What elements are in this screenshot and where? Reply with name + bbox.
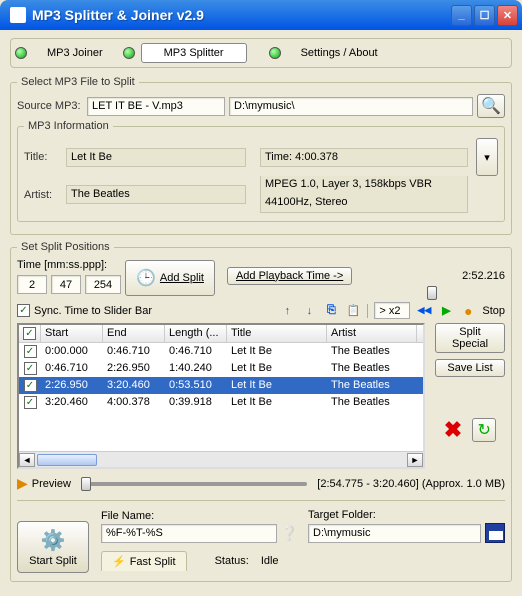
source-file-input[interactable]: LET IT BE - V.mp3 bbox=[87, 97, 225, 116]
row-checkbox[interactable]: ✓ bbox=[24, 362, 37, 375]
time-ss-input[interactable] bbox=[51, 275, 81, 294]
status-label: Status: bbox=[215, 555, 249, 567]
split-table: ✓ Start End Length (... Title Artist ✓0:… bbox=[17, 323, 425, 469]
preview-slider[interactable] bbox=[81, 482, 307, 486]
window-title: MP3 Splitter & Joiner v2.9 bbox=[32, 7, 449, 23]
record-icon[interactable]: ● bbox=[460, 303, 476, 319]
start-split-button[interactable]: ⚙️ Start Split bbox=[17, 521, 89, 573]
copy-icon[interactable]: ⎘ bbox=[323, 303, 339, 319]
move-up-icon[interactable]: ↑ bbox=[279, 303, 295, 319]
target-label: Target Folder: bbox=[308, 509, 505, 521]
move-down-icon[interactable]: ↓ bbox=[301, 303, 317, 319]
close-button[interactable]: ✕ bbox=[497, 5, 518, 26]
led-icon bbox=[269, 47, 281, 59]
maximize-button[interactable]: ☐ bbox=[474, 5, 495, 26]
time-mm-input[interactable] bbox=[17, 275, 47, 294]
tab-settings[interactable]: Settings / About bbox=[287, 47, 392, 59]
split-positions-legend: Set Split Positions bbox=[17, 241, 114, 253]
sync-checkbox[interactable]: ✓ bbox=[17, 304, 30, 317]
led-icon bbox=[15, 47, 27, 59]
table-row[interactable]: ✓2:26.9503:20.4600:53.510Let It BeThe Be… bbox=[19, 377, 423, 394]
rewind-icon[interactable]: ◀◀ bbox=[416, 303, 432, 319]
gear-icon: ⚙️ bbox=[41, 528, 66, 553]
table-row[interactable]: ✓0:00.0000:46.7100:46.710Let It BeThe Be… bbox=[19, 343, 423, 360]
time-label: Time [mm:ss.ppp]: bbox=[17, 259, 121, 271]
table-row[interactable]: ✓0:46.7102:26.9501:40.240Let It BeThe Be… bbox=[19, 360, 423, 377]
total-time: 2:52.216 bbox=[462, 270, 505, 282]
mp3-info-group: MP3 Information Title: Let It Be Time: 4… bbox=[17, 120, 505, 222]
select-file-legend: Select MP3 File to Split bbox=[17, 76, 139, 88]
time-value: Time: 4:00.378 bbox=[260, 148, 468, 167]
table-hscrollbar[interactable]: ◄► bbox=[19, 451, 423, 467]
delete-icon[interactable]: ✖ bbox=[444, 417, 462, 443]
preview-label: Preview bbox=[32, 478, 71, 490]
save-icon[interactable] bbox=[485, 523, 505, 543]
col-title[interactable]: Title bbox=[227, 325, 327, 342]
led-icon bbox=[123, 47, 135, 59]
codec-value: MPEG 1.0, Layer 3, 158kbps VBR bbox=[260, 176, 468, 195]
col-start[interactable]: Start bbox=[41, 325, 103, 342]
fast-split-tab[interactable]: ⚡ Fast Split bbox=[101, 551, 187, 571]
title-value: Let It Be bbox=[66, 148, 246, 167]
help-icon[interactable]: ❔ bbox=[281, 525, 298, 542]
split-special-button[interactable]: Split Special bbox=[435, 323, 505, 353]
col-end[interactable]: End bbox=[103, 325, 165, 342]
row-checkbox[interactable]: ✓ bbox=[24, 396, 37, 409]
mp3-info-legend: MP3 Information bbox=[24, 120, 113, 132]
filename-input[interactable]: %F-%T-%S bbox=[101, 524, 277, 543]
sync-label: Sync. Time to Slider Bar bbox=[34, 305, 152, 317]
artist-value: The Beatles bbox=[66, 185, 246, 204]
row-checkbox[interactable]: ✓ bbox=[24, 379, 37, 392]
split-positions-group: Set Split Positions Time [mm:ss.ppp]: 🕒 … bbox=[10, 241, 512, 582]
clock-icon: 🕒 bbox=[136, 268, 156, 288]
col-artist[interactable]: Artist bbox=[327, 325, 417, 342]
header-checkbox[interactable]: ✓ bbox=[23, 327, 36, 340]
stop-label[interactable]: Stop bbox=[482, 305, 505, 317]
save-list-button[interactable]: Save List bbox=[435, 359, 505, 377]
play-icon[interactable]: ▶ bbox=[438, 303, 454, 319]
tab-joiner[interactable]: MP3 Joiner bbox=[33, 47, 117, 59]
add-playback-button[interactable]: Add Playback Time -> bbox=[227, 267, 352, 285]
select-file-group: Select MP3 File to Split Source MP3: LET… bbox=[10, 76, 512, 235]
source-path-input[interactable]: D:\mymusic\ bbox=[229, 97, 473, 116]
main-tabs: MP3 Joiner MP3 Splitter Settings / About bbox=[10, 38, 512, 68]
tab-splitter[interactable]: MP3 Splitter bbox=[141, 43, 247, 63]
info-expand-button[interactable]: ▾ bbox=[476, 138, 498, 176]
preview-range: [2:54.775 - 3:20.460] (Approx. 1.0 MB) bbox=[317, 478, 505, 490]
source-label: Source MP3: bbox=[17, 100, 83, 112]
target-input[interactable]: D:\mymusic bbox=[308, 524, 481, 543]
row-checkbox[interactable]: ✓ bbox=[24, 345, 37, 358]
add-split-button[interactable]: 🕒 Add Split bbox=[125, 260, 215, 296]
refresh-button[interactable]: ↻ bbox=[472, 418, 496, 442]
browse-button[interactable]: 🔍 bbox=[477, 94, 505, 118]
paste-icon[interactable]: 📋 bbox=[345, 303, 361, 319]
col-length[interactable]: Length (... bbox=[165, 325, 227, 342]
lightning-icon: ⚡ bbox=[112, 555, 126, 568]
status-value: Idle bbox=[261, 555, 279, 567]
speed-select[interactable]: > x2 bbox=[374, 302, 410, 319]
freq-value: 44100Hz, Stereo bbox=[260, 194, 468, 213]
title-label: Title: bbox=[24, 151, 62, 163]
preview-play-icon[interactable]: ▶ bbox=[17, 475, 28, 492]
table-row[interactable]: ✓3:20.4604:00.3780:39.918Let It BeThe Be… bbox=[19, 394, 423, 411]
minimize-button[interactable]: _ bbox=[451, 5, 472, 26]
filename-label: File Name: bbox=[101, 510, 298, 522]
app-icon bbox=[10, 7, 26, 23]
artist-label: Artist: bbox=[24, 189, 62, 201]
time-ppp-input[interactable] bbox=[85, 275, 121, 294]
